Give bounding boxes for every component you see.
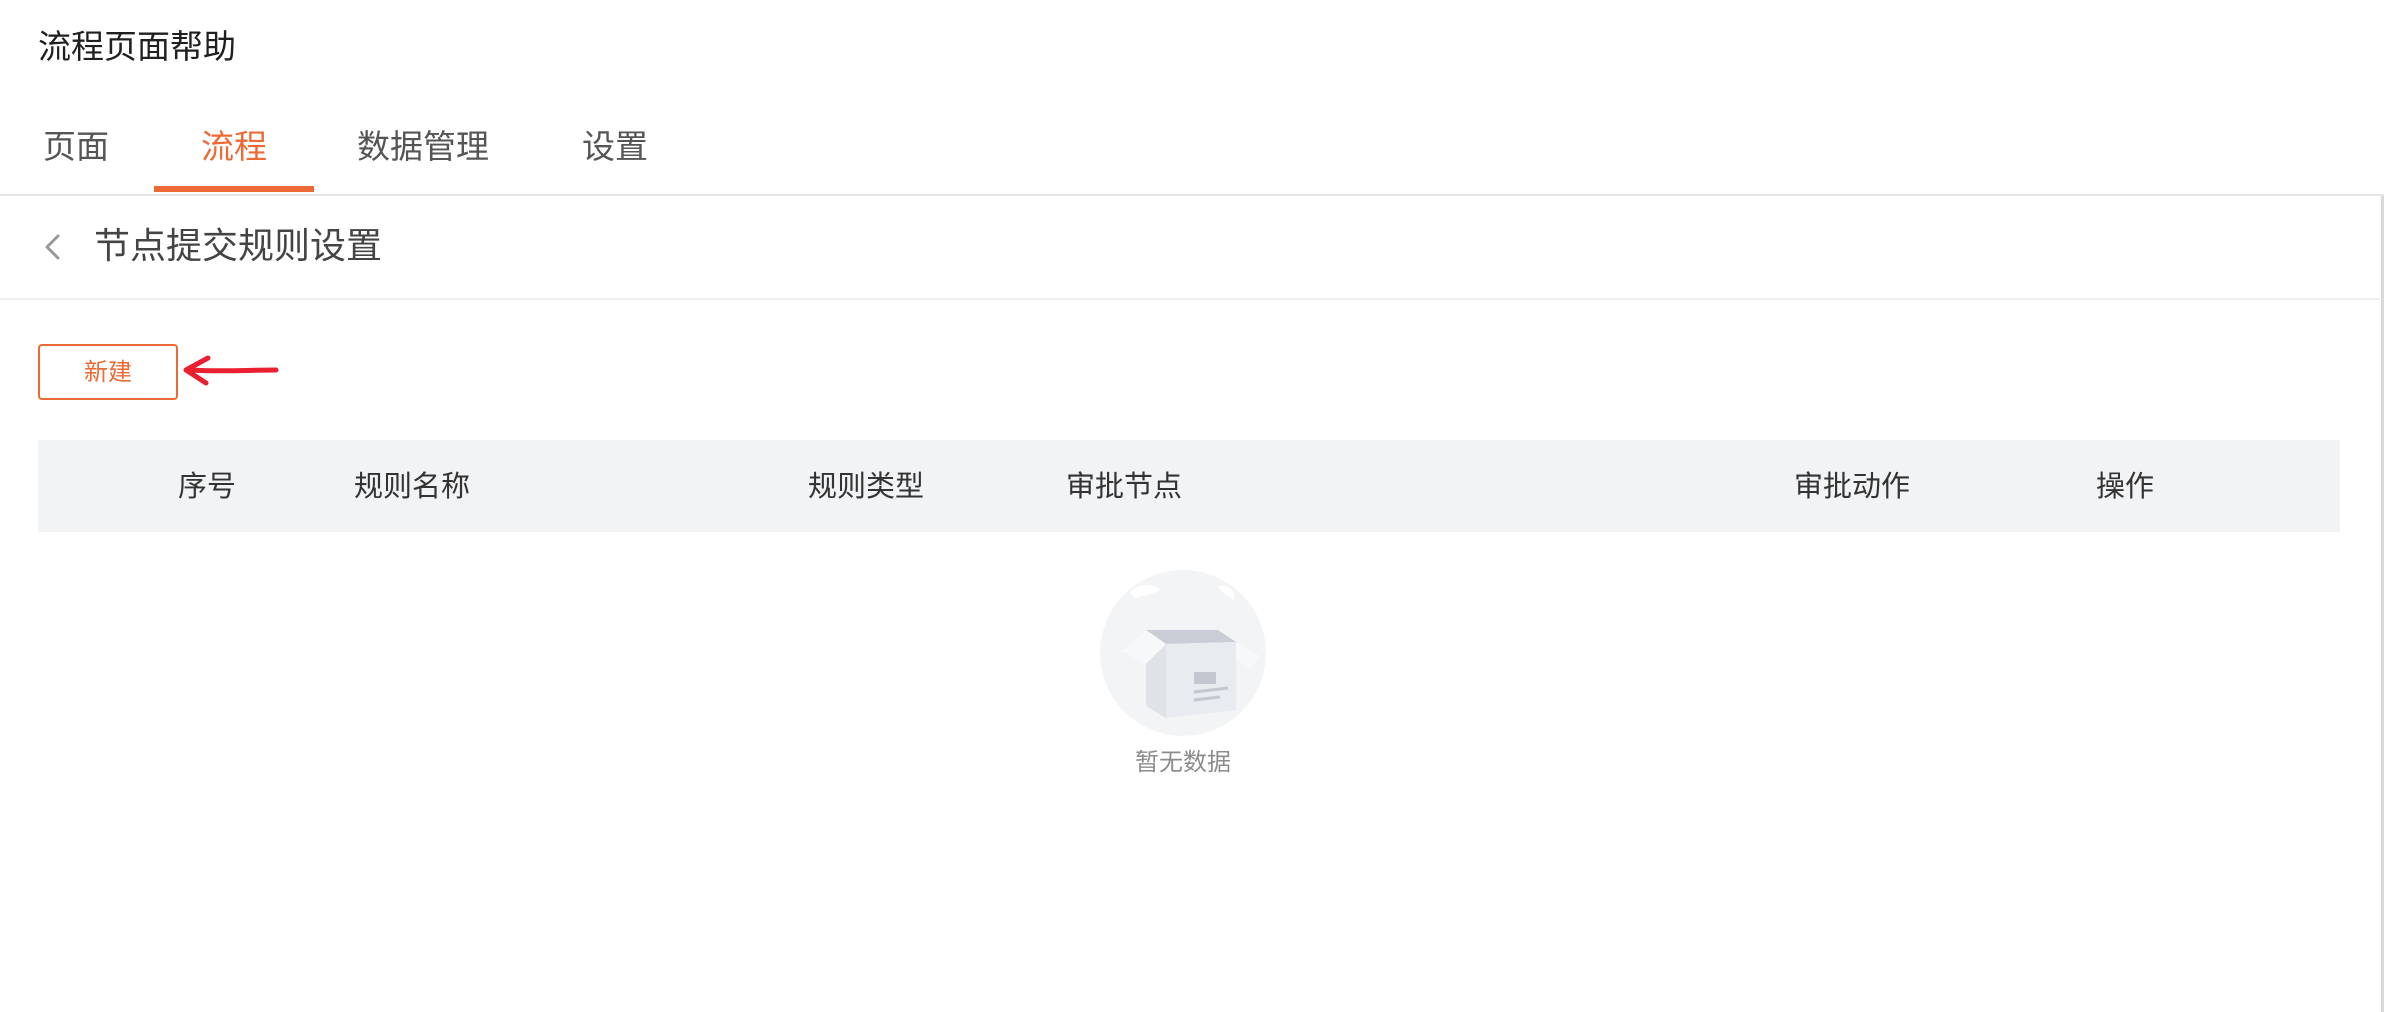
- new-button[interactable]: 新建: [38, 344, 178, 400]
- subheader: 节点提交规则设置: [0, 196, 2380, 300]
- page-title: 节点提交规则设置: [94, 226, 383, 267]
- annotation-arrow-icon: [183, 355, 279, 386]
- table-header: 序号 规则名称 规则类型 审批节点 审批动作 操作: [38, 440, 2340, 532]
- tab-data-management[interactable]: 数据管理: [354, 100, 492, 194]
- column-header-approval-node: 审批节点: [1066, 469, 1183, 503]
- app-title: 流程页面帮助: [38, 27, 236, 66]
- column-header-rule-name: 规则名称: [354, 469, 471, 503]
- tab-settings[interactable]: 设置: [580, 100, 650, 194]
- tab-page[interactable]: 页面: [38, 100, 114, 194]
- column-header-approval-action: 审批动作: [1794, 469, 1911, 503]
- column-header-index: 序号: [178, 469, 237, 503]
- column-header-operations: 操作: [2096, 469, 2155, 503]
- chevron-left-icon[interactable]: [38, 230, 68, 264]
- column-header-rule-type: 规则类型: [808, 469, 925, 503]
- active-tab-indicator: [154, 186, 314, 192]
- empty-box-icon: [1100, 570, 1266, 736]
- empty-state-text: 暂无数据: [1135, 748, 1231, 776]
- tab-flow[interactable]: 流程: [154, 100, 314, 194]
- tab-bar: 页面 流程 数据管理 设置: [0, 100, 2384, 196]
- content-panel: 节点提交规则设置 新建 序号 规则名称 规则类型 审批节点 审批动作 操作 暂无…: [0, 196, 2384, 1012]
